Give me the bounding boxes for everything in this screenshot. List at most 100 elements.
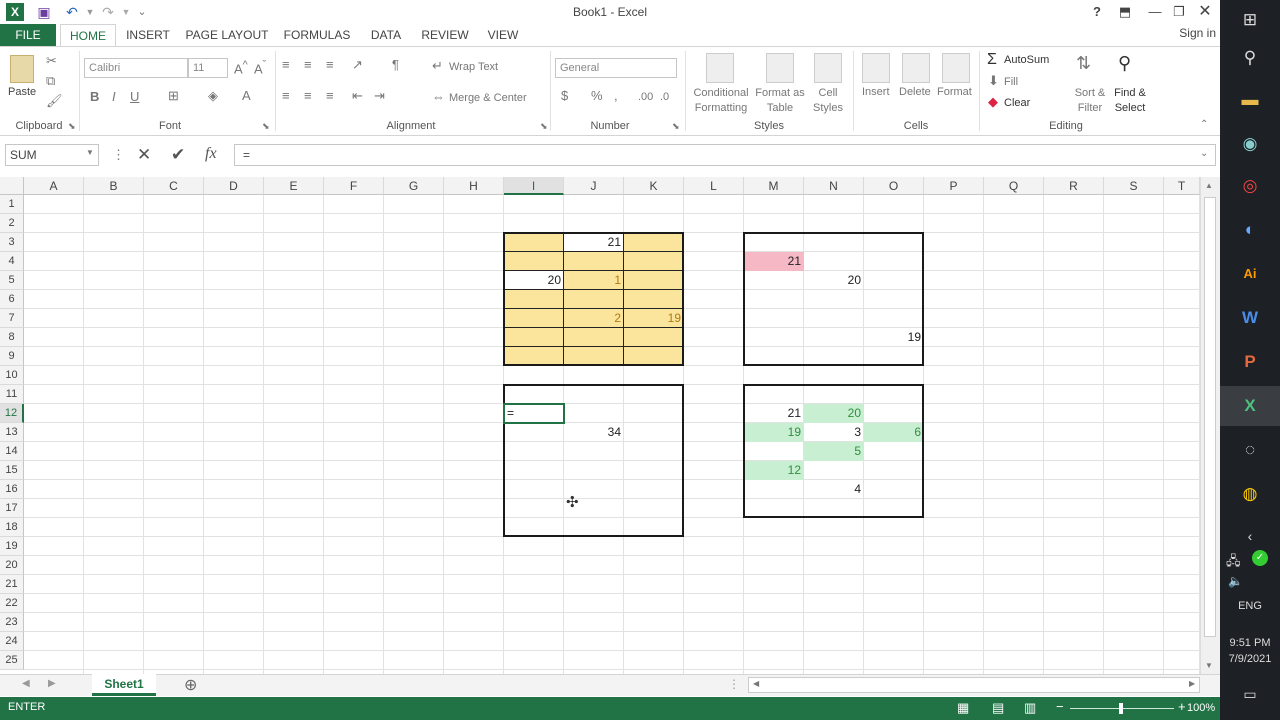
row-header[interactable]: 25 <box>0 651 24 670</box>
search-icon[interactable]: ⚲ <box>1220 38 1280 78</box>
scroll-up-icon[interactable]: ▲ <box>1205 181 1213 190</box>
cell-m12[interactable]: 21 <box>744 404 804 423</box>
align-right-icon[interactable]: ≡ <box>326 88 334 103</box>
insert-function-icon[interactable]: fx <box>205 145 217 163</box>
autosum-icon[interactable]: Σ <box>987 51 997 69</box>
cell-o8[interactable]: 19 <box>864 328 924 347</box>
prev-sheet-icon[interactable]: ◀ <box>22 678 30 689</box>
clock-time[interactable]: 9:51 PM <box>1220 637 1280 649</box>
bottom-align-icon[interactable]: ≡ <box>326 57 334 72</box>
row-header[interactable]: 16 <box>0 480 24 499</box>
tab-formulas[interactable]: FORMULAS <box>282 24 352 46</box>
zoom-out-icon[interactable]: − <box>1056 699 1064 714</box>
clock-date[interactable]: 7/9/2021 <box>1220 653 1280 665</box>
percent-button[interactable]: % <box>591 88 603 103</box>
cell-m15[interactable]: 12 <box>744 461 804 480</box>
notifications-icon[interactable]: ▭ <box>1220 674 1280 714</box>
row-header[interactable]: 18 <box>0 518 24 537</box>
cell-j3[interactable]: 21 <box>564 233 624 252</box>
column-header[interactable]: T <box>1164 177 1200 195</box>
row-header[interactable]: 14 <box>0 442 24 461</box>
column-header[interactable]: E <box>264 177 324 195</box>
fill-button[interactable]: Fill <box>1004 76 1018 88</box>
cell-m13[interactable]: 19 <box>744 423 804 442</box>
tab-data[interactable]: DATA <box>364 24 408 46</box>
tab-file[interactable]: FILE <box>0 24 56 46</box>
font-size-select[interactable]: 11 <box>188 58 228 78</box>
increase-indent-icon[interactable]: ⇥ <box>374 88 385 104</box>
cell-n13[interactable]: 3 <box>804 423 864 442</box>
top-align-icon[interactable]: ≡ <box>282 57 290 72</box>
horizontal-scrollbar[interactable]: ◀ ▶ <box>748 677 1200 693</box>
tab-view[interactable]: VIEW <box>482 24 524 46</box>
chrome-icon[interactable]: ◎ <box>1220 166 1280 206</box>
row-header[interactable]: 11 <box>0 385 24 404</box>
find-select-icon[interactable]: ⚲ <box>1118 53 1131 74</box>
name-box-dropdown-icon[interactable]: ▼ <box>86 148 94 157</box>
scroll-right-icon[interactable]: ▶ <box>1189 679 1195 688</box>
format-cells-button[interactable]: Format <box>937 86 972 98</box>
page-break-view-icon[interactable]: ▥ <box>1024 700 1036 716</box>
scroll-down-icon[interactable]: ▼ <box>1205 661 1213 670</box>
row-header[interactable]: 12 <box>0 404 24 423</box>
clear-button[interactable]: Clear <box>1004 97 1030 109</box>
row-header[interactable]: 2 <box>0 214 24 233</box>
cell-j13[interactable]: 34 <box>564 423 624 442</box>
minimize-button[interactable]: — <box>1142 2 1168 22</box>
conditional-formatting-button[interactable]: Conditional Formatting <box>690 86 752 116</box>
cursor-tool-icon[interactable]: ◍ <box>1220 474 1280 514</box>
page-layout-view-icon[interactable]: ▤ <box>992 700 1004 716</box>
column-header[interactable]: R <box>1044 177 1104 195</box>
column-header[interactable]: K <box>624 177 684 195</box>
cancel-icon[interactable]: ✕ <box>137 145 151 165</box>
cell-n12[interactable]: 20 <box>804 404 864 423</box>
column-header[interactable]: G <box>384 177 444 195</box>
borders-icon[interactable]: ⊞ <box>168 88 179 104</box>
column-header[interactable]: O <box>864 177 924 195</box>
scroll-thumb[interactable] <box>1204 197 1216 637</box>
merge-center-button[interactable]: Merge & Center <box>449 92 527 104</box>
wrap-text-button[interactable]: Wrap Text <box>449 61 498 73</box>
alignment-launcher-icon[interactable]: ⬊ <box>540 121 548 132</box>
cell-k7[interactable]: 19 <box>624 309 684 328</box>
illustrator-icon[interactable]: Ai <box>1220 254 1280 294</box>
row-header[interactable]: 6 <box>0 290 24 309</box>
format-painter-icon[interactable]: 🖌 <box>46 93 63 109</box>
cell-n16[interactable]: 4 <box>804 480 864 499</box>
language-indicator[interactable]: ENG <box>1220 600 1280 612</box>
clear-icon[interactable]: ◆ <box>988 94 998 110</box>
row-header[interactable]: 9 <box>0 347 24 366</box>
insert-cells-button[interactable]: Insert <box>862 86 890 98</box>
next-sheet-icon[interactable]: ▶ <box>48 678 56 689</box>
row-header[interactable]: 5 <box>0 271 24 290</box>
cell-j5[interactable]: 1 <box>564 271 624 290</box>
close-button[interactable]: ✕ <box>1192 2 1218 22</box>
column-header[interactable]: I <box>504 177 564 195</box>
row-header[interactable]: 21 <box>0 575 24 594</box>
center-icon[interactable]: ≡ <box>304 88 312 103</box>
word-icon[interactable]: W <box>1220 298 1280 338</box>
paste-icon[interactable] <box>10 55 34 83</box>
italic-button[interactable]: I <box>112 89 116 104</box>
column-header[interactable]: F <box>324 177 384 195</box>
row-header[interactable]: 22 <box>0 594 24 613</box>
bold-button[interactable]: B <box>90 89 99 104</box>
tab-home[interactable]: HOME <box>60 24 116 46</box>
sheet-tab-sheet1[interactable]: Sheet1 <box>92 674 156 696</box>
tab-insert[interactable]: INSERT <box>122 24 174 46</box>
delete-cells-icon[interactable] <box>902 53 930 83</box>
format-cells-icon[interactable] <box>942 53 970 83</box>
zoom-slider-thumb[interactable] <box>1119 703 1123 714</box>
number-format-select[interactable]: General <box>555 58 677 78</box>
help-button[interactable]: ? <box>1084 2 1110 22</box>
new-sheet-icon[interactable]: ⊕ <box>184 675 197 695</box>
excel-taskbar-icon[interactable]: X <box>1220 386 1280 426</box>
tab-page-layout[interactable]: PAGE LAYOUT <box>184 24 270 46</box>
underline-button[interactable]: U <box>130 89 139 104</box>
row-header[interactable]: 17 <box>0 499 24 518</box>
restore-button[interactable]: ❐ <box>1166 2 1192 22</box>
text-direction-icon[interactable]: ¶ <box>392 57 399 72</box>
zoom-in-icon[interactable]: + <box>1178 699 1186 714</box>
cell-n14[interactable]: 5 <box>804 442 864 461</box>
vertical-scrollbar[interactable]: ▲ ▼ <box>1200 177 1220 674</box>
